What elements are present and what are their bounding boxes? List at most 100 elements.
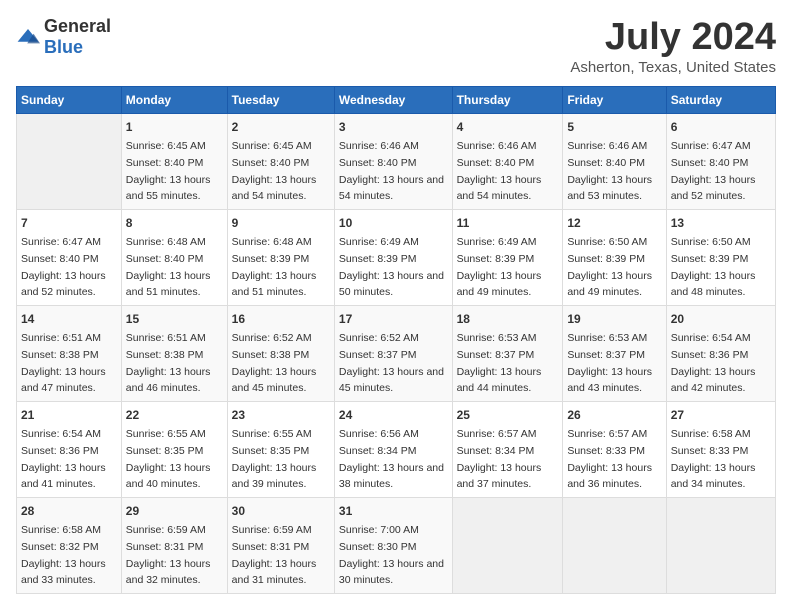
logo-blue: Blue bbox=[44, 37, 83, 57]
day-number: 28 bbox=[21, 502, 117, 520]
calendar-cell-2-0: 14 Sunrise: 6:51 AMSunset: 8:38 PMDayligh… bbox=[17, 306, 122, 402]
day-info: Sunrise: 6:57 AMSunset: 8:34 PMDaylight:… bbox=[457, 428, 542, 490]
calendar-cell-4-1: 29 Sunrise: 6:59 AMSunset: 8:31 PMDayligh… bbox=[121, 498, 227, 594]
day-number: 5 bbox=[567, 118, 661, 136]
day-number: 13 bbox=[671, 214, 771, 232]
calendar-cell-4-3: 31 Sunrise: 7:00 AMSunset: 8:30 PMDayligh… bbox=[334, 498, 452, 594]
day-info: Sunrise: 6:58 AMSunset: 8:33 PMDaylight:… bbox=[671, 428, 756, 490]
day-info: Sunrise: 7:00 AMSunset: 8:30 PMDaylight:… bbox=[339, 524, 444, 586]
day-info: Sunrise: 6:59 AMSunset: 8:31 PMDaylight:… bbox=[126, 524, 211, 586]
calendar-cell-2-2: 16 Sunrise: 6:52 AMSunset: 8:38 PMDayligh… bbox=[227, 306, 334, 402]
day-number: 31 bbox=[339, 502, 448, 520]
day-info: Sunrise: 6:58 AMSunset: 8:32 PMDaylight:… bbox=[21, 524, 106, 586]
calendar-cell-4-0: 28 Sunrise: 6:58 AMSunset: 8:32 PMDayligh… bbox=[17, 498, 122, 594]
location: Asherton, Texas, United States bbox=[570, 59, 776, 76]
calendar-cell-0-2: 2 Sunrise: 6:45 AMSunset: 8:40 PMDaylight… bbox=[227, 114, 334, 210]
day-number: 22 bbox=[126, 406, 223, 424]
day-number: 15 bbox=[126, 310, 223, 328]
calendar-cell-1-2: 9Sunrise: 6:48 AMSunset: 8:39 PMDaylight… bbox=[227, 210, 334, 306]
header-sunday: Sunday bbox=[17, 87, 122, 114]
day-info: Sunrise: 6:52 AMSunset: 8:38 PMDaylight:… bbox=[232, 332, 317, 394]
header-wednesday: Wednesday bbox=[334, 87, 452, 114]
day-info: Sunrise: 6:50 AMSunset: 8:39 PMDaylight:… bbox=[671, 236, 756, 298]
calendar-table: Sunday Monday Tuesday Wednesday Thursday… bbox=[16, 86, 776, 594]
calendar-cell-0-3: 3 Sunrise: 6:46 AMSunset: 8:40 PMDaylight… bbox=[334, 114, 452, 210]
day-number: 17 bbox=[339, 310, 448, 328]
logo-icon bbox=[16, 27, 40, 47]
day-info: Sunrise: 6:45 AMSunset: 8:40 PMDaylight:… bbox=[126, 140, 211, 202]
header-saturday: Saturday bbox=[666, 87, 775, 114]
day-info: Sunrise: 6:52 AMSunset: 8:37 PMDaylight:… bbox=[339, 332, 444, 394]
day-info: Sunrise: 6:51 AMSunset: 8:38 PMDaylight:… bbox=[126, 332, 211, 394]
calendar-cell-1-6: 13 Sunrise: 6:50 AMSunset: 8:39 PMDayligh… bbox=[666, 210, 775, 306]
day-number: 10 bbox=[339, 214, 448, 232]
calendar-cell-2-6: 20Sunrise: 6:54 AMSunset: 8:36 PMDayligh… bbox=[666, 306, 775, 402]
calendar-week-2: 14 Sunrise: 6:51 AMSunset: 8:38 PMDayligh… bbox=[17, 306, 776, 402]
day-number: 8 bbox=[126, 214, 223, 232]
day-number: 29 bbox=[126, 502, 223, 520]
calendar-cell-2-4: 18Sunrise: 6:53 AMSunset: 8:37 PMDayligh… bbox=[452, 306, 563, 402]
day-number: 3 bbox=[339, 118, 448, 136]
day-info: Sunrise: 6:57 AMSunset: 8:33 PMDaylight:… bbox=[567, 428, 652, 490]
calendar-cell-0-0 bbox=[17, 114, 122, 210]
calendar-cell-0-1: 1 Sunrise: 6:45 AMSunset: 8:40 PMDaylight… bbox=[121, 114, 227, 210]
calendar-cell-3-3: 24 Sunrise: 6:56 AMSunset: 8:34 PMDayligh… bbox=[334, 402, 452, 498]
day-number: 23 bbox=[232, 406, 330, 424]
day-number: 7 bbox=[21, 214, 117, 232]
day-info: Sunrise: 6:53 AMSunset: 8:37 PMDaylight:… bbox=[567, 332, 652, 394]
day-info: Sunrise: 6:46 AMSunset: 8:40 PMDaylight:… bbox=[457, 140, 542, 202]
day-number: 26 bbox=[567, 406, 661, 424]
header-thursday: Thursday bbox=[452, 87, 563, 114]
header-tuesday: Tuesday bbox=[227, 87, 334, 114]
logo-general: General bbox=[44, 16, 111, 36]
day-info: Sunrise: 6:54 AMSunset: 8:36 PMDaylight:… bbox=[21, 428, 106, 490]
calendar-cell-2-5: 19 Sunrise: 6:53 AMSunset: 8:37 PMDayligh… bbox=[563, 306, 666, 402]
header-monday: Monday bbox=[121, 87, 227, 114]
calendar-cell-1-4: 11Sunrise: 6:49 AMSunset: 8:39 PMDayligh… bbox=[452, 210, 563, 306]
day-info: Sunrise: 6:46 AMSunset: 8:40 PMDaylight:… bbox=[567, 140, 652, 202]
day-info: Sunrise: 6:54 AMSunset: 8:36 PMDaylight:… bbox=[671, 332, 756, 394]
day-number: 14 bbox=[21, 310, 117, 328]
calendar-cell-1-3: 10Sunrise: 6:49 AMSunset: 8:39 PMDayligh… bbox=[334, 210, 452, 306]
title-section: July 2024 Asherton, Texas, United States bbox=[570, 16, 776, 76]
calendar-week-1: 7 Sunrise: 6:47 AMSunset: 8:40 PMDaylight… bbox=[17, 210, 776, 306]
calendar-body: 1 Sunrise: 6:45 AMSunset: 8:40 PMDaylight… bbox=[17, 114, 776, 594]
day-info: Sunrise: 6:50 AMSunset: 8:39 PMDaylight:… bbox=[567, 236, 652, 298]
day-number: 9 bbox=[232, 214, 330, 232]
calendar-week-4: 28 Sunrise: 6:58 AMSunset: 8:32 PMDayligh… bbox=[17, 498, 776, 594]
day-number: 19 bbox=[567, 310, 661, 328]
day-number: 11 bbox=[457, 214, 559, 232]
calendar-week-3: 21 Sunrise: 6:54 AMSunset: 8:36 PMDayligh… bbox=[17, 402, 776, 498]
day-number: 21 bbox=[21, 406, 117, 424]
day-number: 6 bbox=[671, 118, 771, 136]
day-info: Sunrise: 6:45 AMSunset: 8:40 PMDaylight:… bbox=[232, 140, 317, 202]
day-number: 12 bbox=[567, 214, 661, 232]
day-info: Sunrise: 6:53 AMSunset: 8:37 PMDaylight:… bbox=[457, 332, 542, 394]
calendar-cell-1-5: 12 Sunrise: 6:50 AMSunset: 8:39 PMDayligh… bbox=[563, 210, 666, 306]
day-number: 1 bbox=[126, 118, 223, 136]
calendar-cell-3-6: 27 Sunrise: 6:58 AMSunset: 8:33 PMDayligh… bbox=[666, 402, 775, 498]
logo-text: General Blue bbox=[44, 16, 111, 58]
calendar-cell-4-6 bbox=[666, 498, 775, 594]
day-number: 16 bbox=[232, 310, 330, 328]
calendar-week-0: 1 Sunrise: 6:45 AMSunset: 8:40 PMDaylight… bbox=[17, 114, 776, 210]
day-info: Sunrise: 6:56 AMSunset: 8:34 PMDaylight:… bbox=[339, 428, 444, 490]
calendar-cell-1-0: 7 Sunrise: 6:47 AMSunset: 8:40 PMDaylight… bbox=[17, 210, 122, 306]
day-number: 25 bbox=[457, 406, 559, 424]
header-row: Sunday Monday Tuesday Wednesday Thursday… bbox=[17, 87, 776, 114]
day-number: 27 bbox=[671, 406, 771, 424]
calendar-cell-0-4: 4 Sunrise: 6:46 AMSunset: 8:40 PMDaylight… bbox=[452, 114, 563, 210]
header: General Blue July 2024 Asherton, Texas, … bbox=[16, 16, 776, 76]
day-info: Sunrise: 6:46 AMSunset: 8:40 PMDaylight:… bbox=[339, 140, 444, 202]
day-number: 24 bbox=[339, 406, 448, 424]
day-info: Sunrise: 6:47 AMSunset: 8:40 PMDaylight:… bbox=[21, 236, 106, 298]
day-info: Sunrise: 6:48 AMSunset: 8:40 PMDaylight:… bbox=[126, 236, 211, 298]
day-info: Sunrise: 6:55 AMSunset: 8:35 PMDaylight:… bbox=[126, 428, 211, 490]
day-number: 2 bbox=[232, 118, 330, 136]
calendar-cell-2-3: 17 Sunrise: 6:52 AMSunset: 8:37 PMDayligh… bbox=[334, 306, 452, 402]
day-info: Sunrise: 6:55 AMSunset: 8:35 PMDaylight:… bbox=[232, 428, 317, 490]
day-info: Sunrise: 6:51 AMSunset: 8:38 PMDaylight:… bbox=[21, 332, 106, 394]
day-number: 30 bbox=[232, 502, 330, 520]
calendar-cell-4-4 bbox=[452, 498, 563, 594]
day-number: 4 bbox=[457, 118, 559, 136]
